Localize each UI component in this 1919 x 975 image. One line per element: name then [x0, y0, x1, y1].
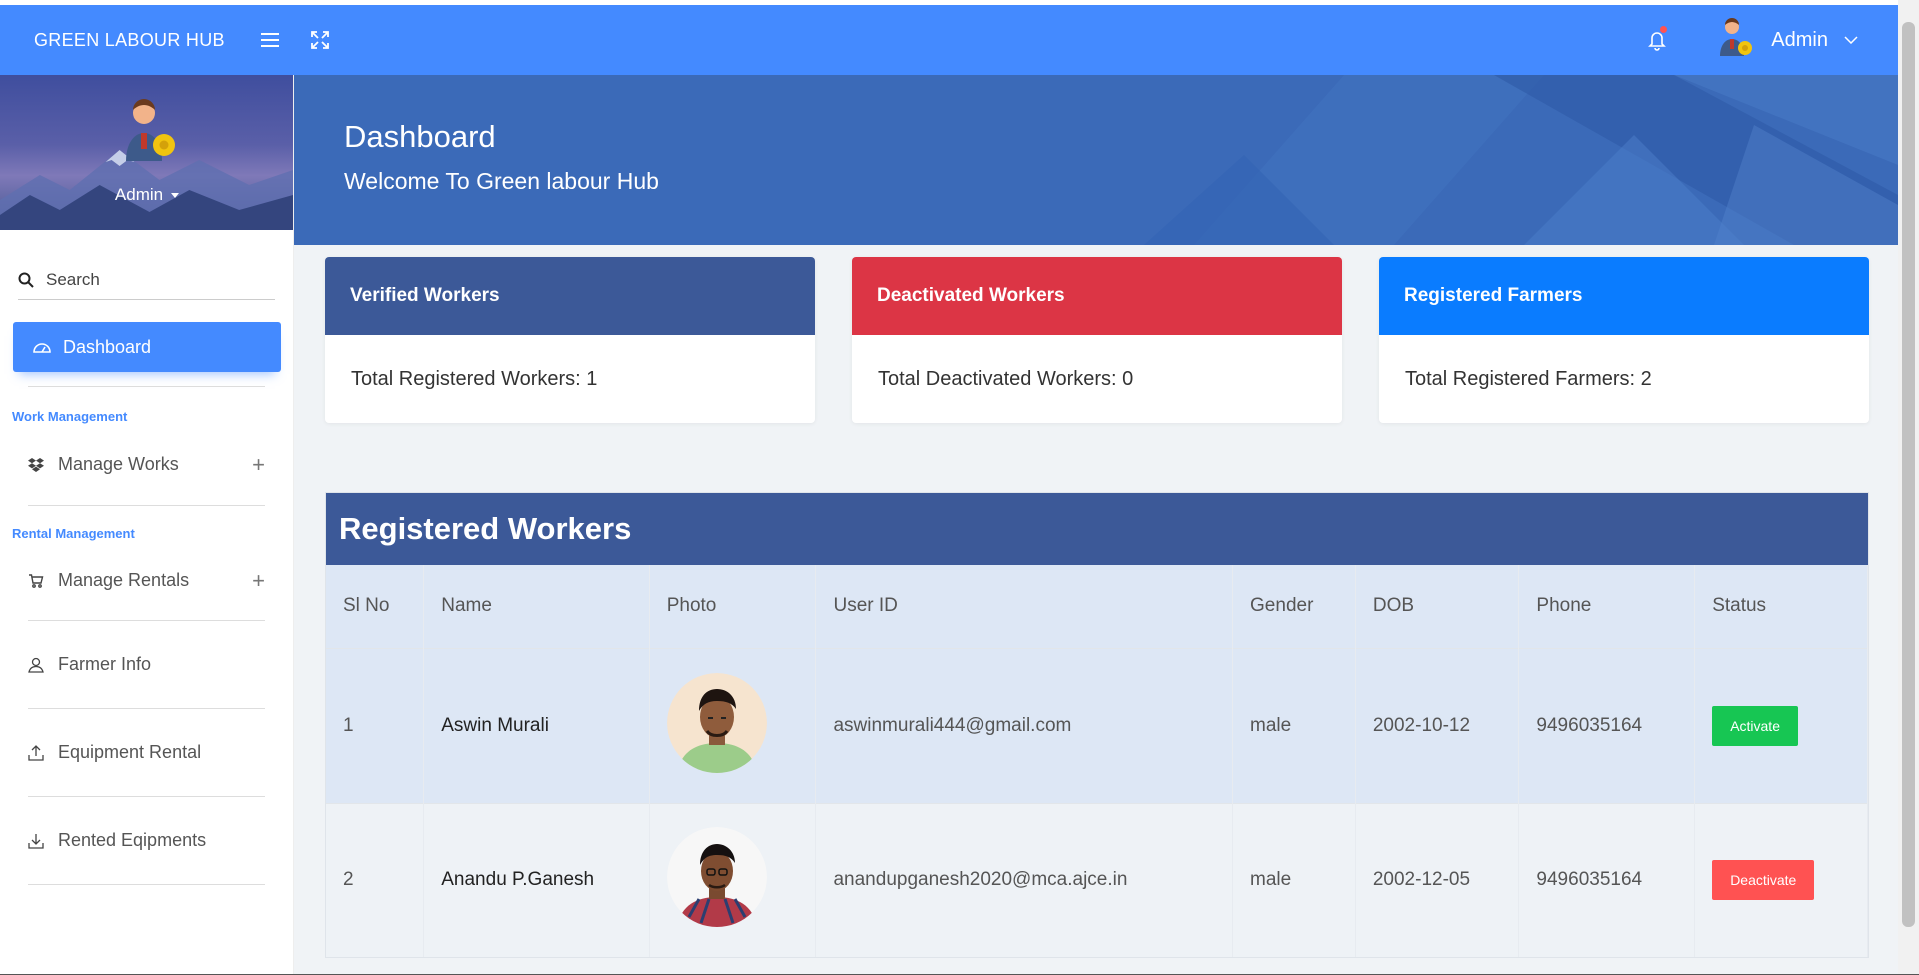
expand-plus-icon[interactable]: +	[252, 568, 265, 594]
card-deactivated-workers: Deactivated Workers Total Deactivated Wo…	[852, 257, 1342, 423]
section-label-work-management: Work Management	[12, 409, 128, 424]
expand-plus-icon[interactable]: +	[252, 452, 265, 478]
cell-phone: 9496035164	[1518, 647, 1696, 803]
cell-photo	[649, 647, 817, 803]
card-body: Total Deactivated Workers: 0	[878, 367, 1134, 390]
page-scrollbar[interactable]	[1898, 0, 1919, 975]
worker-photo	[666, 672, 767, 773]
cart-icon	[29, 573, 44, 588]
sidebar-item-rented-equipments[interactable]: Rented Eqipments	[28, 797, 265, 885]
sidebar-item-manage-works[interactable]: Manage Works +	[28, 424, 265, 506]
column-header-status: Status	[1694, 565, 1868, 648]
card-title: Verified Workers	[325, 257, 815, 335]
registered-workers-panel: Registered Workers Sl No Name Photo User…	[325, 492, 1869, 958]
sidebar-item-label: Manage Rentals	[58, 570, 190, 590]
brand-title[interactable]: GREEN LABOUR HUB	[0, 30, 240, 51]
card-verified-workers: Verified Workers Total Registered Worker…	[325, 257, 815, 423]
cell-dob: 2002-10-12	[1355, 647, 1520, 803]
cell-gender: male	[1232, 802, 1356, 957]
cell-status: Deactivate	[1694, 802, 1868, 957]
cell-phone: 9496035164	[1518, 802, 1696, 957]
chevron-down-icon	[1844, 31, 1858, 49]
download-icon	[28, 833, 44, 849]
table-row: 2 Anandu P.Ganesh anandupganesh2020@mca.…	[326, 802, 1868, 957]
panel-title: Registered Workers	[326, 493, 1868, 565]
column-header-name: Name	[423, 565, 650, 648]
table-header-row: Sl No Name Photo User ID Gender DOB Phon…	[326, 565, 1868, 648]
user-name: Admin	[1771, 28, 1828, 51]
cell-sl-no: 2	[326, 802, 425, 957]
sidebar-item-label: Dashboard	[63, 336, 152, 357]
main-content: Dashboard Welcome To Green labour Hub Ve…	[294, 75, 1898, 975]
cell-photo	[649, 802, 817, 957]
dashboard-banner: Dashboard Welcome To Green labour Hub	[294, 75, 1898, 245]
dashboard-icon	[33, 343, 51, 353]
profile-name-dropdown[interactable]: Admin	[0, 185, 293, 205]
admin-avatar	[1717, 17, 1755, 63]
caret-down-icon	[171, 193, 180, 199]
bell-icon[interactable]	[1637, 20, 1677, 60]
cell-user-id: aswinmurali444@gmail.com	[815, 647, 1234, 803]
column-header-gender: Gender	[1232, 565, 1356, 648]
sidebar-profile: Admin	[0, 75, 293, 230]
worker-photo	[666, 827, 767, 928]
column-header-dob: DOB	[1355, 565, 1520, 648]
card-title: Deactivated Workers	[852, 257, 1342, 335]
sidebar-item-manage-rentals[interactable]: Manage Rentals +	[28, 541, 265, 621]
column-header-user-id: User ID	[815, 565, 1234, 648]
cell-name: Anandu P.Ganesh	[423, 802, 650, 957]
column-header-phone: Phone	[1518, 565, 1696, 648]
sidebar-item-label: Farmer Info	[58, 654, 152, 674]
activate-button[interactable]: Activate	[1712, 705, 1798, 746]
sidebar-item-dashboard[interactable]: Dashboard	[13, 322, 281, 372]
sidebar-item-equipment-rental[interactable]: Equipment Rental	[28, 709, 265, 797]
cell-user-id: anandupganesh2020@mca.ajce.in	[815, 802, 1234, 957]
fullscreen-expand-icon[interactable]	[300, 20, 340, 60]
sidebar-item-farmer-info[interactable]: Farmer Info	[28, 621, 265, 709]
card-body: Total Registered Workers: 1	[351, 367, 598, 390]
page-title: Dashboard	[344, 119, 496, 154]
search-icon	[18, 272, 34, 288]
profile-name: Admin	[114, 185, 164, 204]
dropbox-icon	[28, 457, 44, 472]
upload-icon	[28, 744, 44, 761]
column-header-sl-no: Sl No	[326, 565, 425, 648]
table-row: 1 Aswin Murali aswinmurali444@gmail.com …	[326, 647, 1868, 803]
cell-name: Aswin Murali	[423, 647, 650, 803]
deactivate-button[interactable]: Deactivate	[1712, 860, 1815, 901]
column-header-photo: Photo	[649, 565, 817, 648]
top-navbar: GREEN LABOUR HUB Admin	[0, 5, 1898, 75]
user-icon	[28, 657, 44, 673]
sidebar-search[interactable]: Search	[18, 260, 275, 300]
cell-status: Activate	[1694, 647, 1868, 803]
card-body: Total Registered Farmers: 2	[1405, 367, 1652, 390]
banner-pattern	[1144, 75, 1898, 245]
sidebar-item-label: Rented Eqipments	[58, 830, 207, 850]
scrollbar-thumb[interactable]	[1902, 22, 1915, 927]
sidebar-item-label: Equipment Rental	[58, 742, 202, 762]
page-subtitle: Welcome To Green labour Hub	[344, 168, 659, 194]
cell-sl-no: 1	[326, 647, 425, 803]
section-label-rental-management: Rental Management	[12, 526, 135, 541]
cell-gender: male	[1232, 647, 1356, 803]
card-registered-farmers: Registered Farmers Total Registered Farm…	[1379, 257, 1869, 423]
workers-table: Sl No Name Photo User ID Gender DOB Phon…	[326, 565, 1868, 957]
search-label: Search	[46, 269, 100, 289]
divider	[28, 386, 265, 387]
profile-avatar	[126, 99, 175, 161]
card-title: Registered Farmers	[1379, 257, 1869, 335]
sidebar-item-label: Manage Works	[58, 454, 179, 474]
cell-dob: 2002-12-05	[1355, 802, 1520, 957]
user-menu[interactable]: Admin	[1717, 17, 1858, 63]
sidebar: Admin Search Dashboard Work Management M…	[0, 75, 294, 975]
hamburger-menu-icon[interactable]	[250, 20, 290, 60]
